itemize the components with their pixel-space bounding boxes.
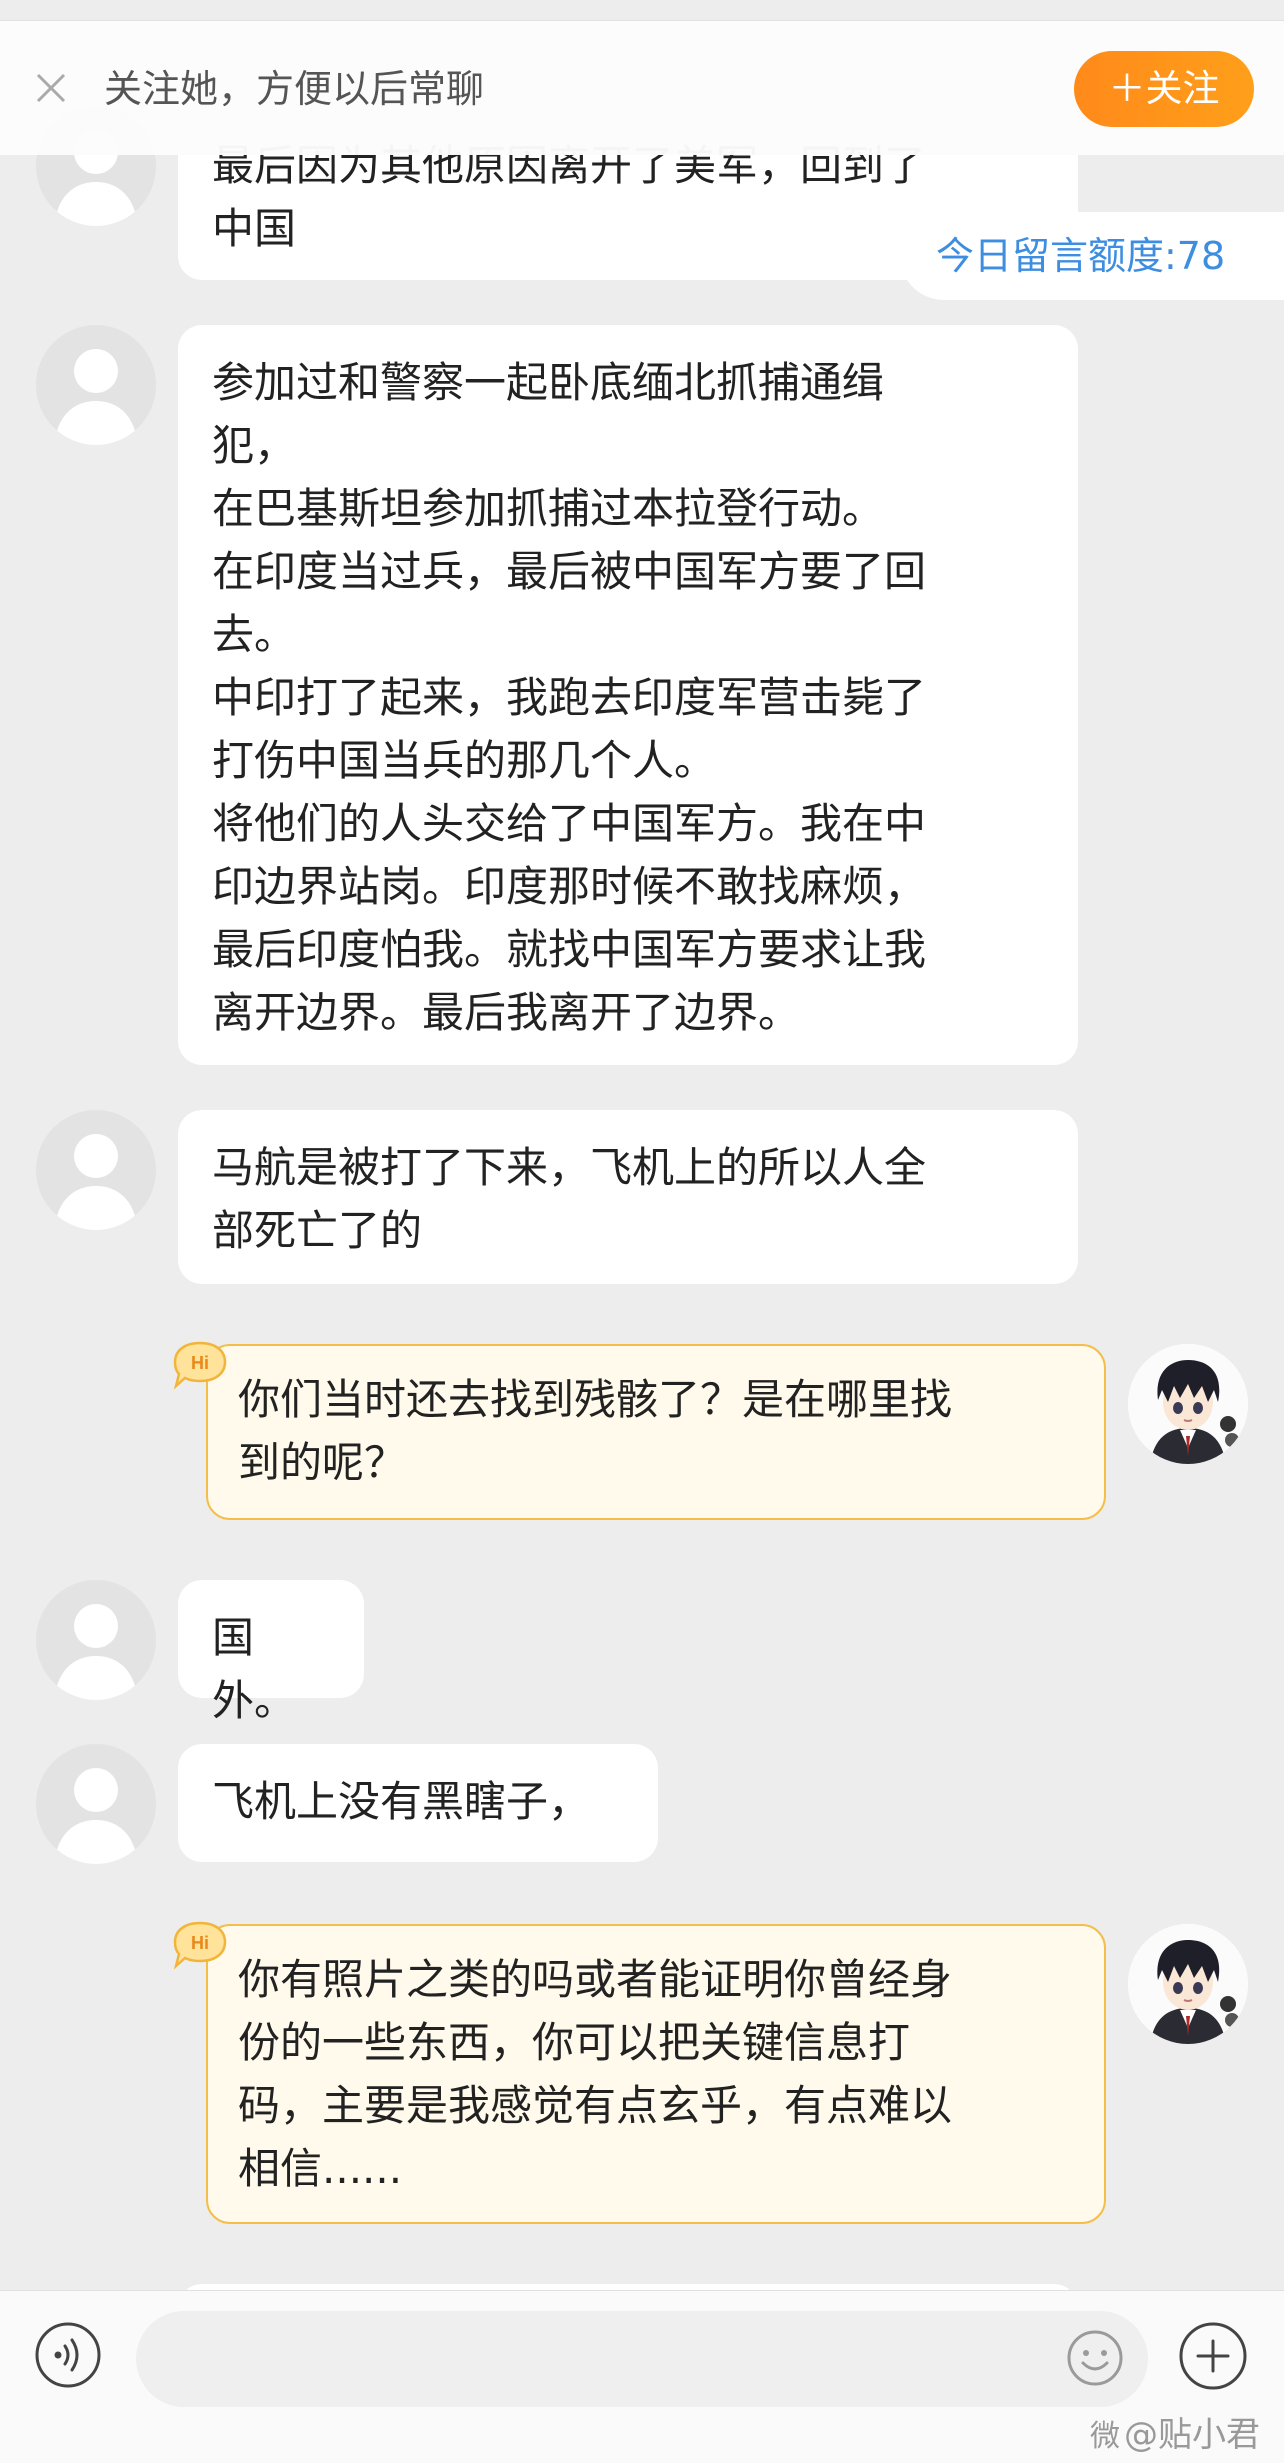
voice-icon[interactable] [34, 2321, 102, 2389]
message-bubble: 参加过和警察一起卧底缅北抓捕通缉 犯， 在巴基斯坦参加抓捕过本拉登行动。 在印度… [178, 325, 1078, 1065]
weibo-logo-icon: 微 [1090, 2419, 1120, 2454]
anime-avatar-icon [1128, 1924, 1248, 2044]
watermark: 微 @贴小君 [1090, 2415, 1260, 2457]
default-avatar-icon [54, 1604, 138, 1700]
sender-avatar[interactable] [36, 1744, 156, 1864]
hi-badge-icon: Hi [172, 1340, 228, 1390]
message-bubble-outgoing: 你们当时还去找到残骸了？是在哪里找 到的呢？ [206, 1344, 1106, 1520]
chat-area: 最后因为其他原因离开了美军，回到了 中国 参加过和警察一起卧底缅北抓捕通缉 犯，… [0, 0, 1284, 2290]
follow-prompt-bar: 关注她，方便以后常聊 ＋关注 [0, 20, 1284, 155]
message-input[interactable] [136, 2311, 1148, 2407]
close-icon[interactable] [34, 71, 68, 105]
watermark-text: @贴小君 [1124, 2415, 1260, 2455]
plus-icon[interactable] [1178, 2321, 1248, 2391]
sender-avatar[interactable] [36, 325, 156, 445]
message-bubble: 飞机上没有黑瞎子， [178, 1744, 658, 1862]
sender-avatar[interactable] [36, 1580, 156, 1700]
default-avatar-icon [54, 349, 138, 445]
message-quota-badge: 今日留言额度:78 [900, 212, 1284, 300]
default-avatar-icon [54, 1768, 138, 1864]
follow-button[interactable]: ＋关注 [1074, 51, 1254, 127]
svg-text:Hi: Hi [191, 1933, 209, 1953]
message-bubble-outgoing: 你有照片之类的吗或者能证明你曾经身 份的一些东西，你可以把关键信息打 码，主要是… [206, 1924, 1106, 2224]
follow-tip-text: 关注她，方便以后常聊 [104, 67, 485, 111]
my-avatar[interactable] [1128, 1924, 1248, 2044]
emoji-icon[interactable] [1066, 2329, 1124, 2387]
message-bubble: 马航是被打了下来，飞机上的所以人全 部死亡了的 [178, 1110, 1078, 1284]
hi-badge-icon: Hi [172, 1920, 228, 1970]
input-bar: 微 @贴小君 [0, 2290, 1284, 2463]
anime-avatar-icon [1128, 1344, 1248, 1464]
my-avatar[interactable] [1128, 1344, 1248, 1464]
sender-avatar[interactable] [36, 1110, 156, 1230]
default-avatar-icon [54, 1134, 138, 1230]
message-bubble: 国外。 [178, 1580, 364, 1725]
svg-text:Hi: Hi [191, 1353, 209, 1373]
